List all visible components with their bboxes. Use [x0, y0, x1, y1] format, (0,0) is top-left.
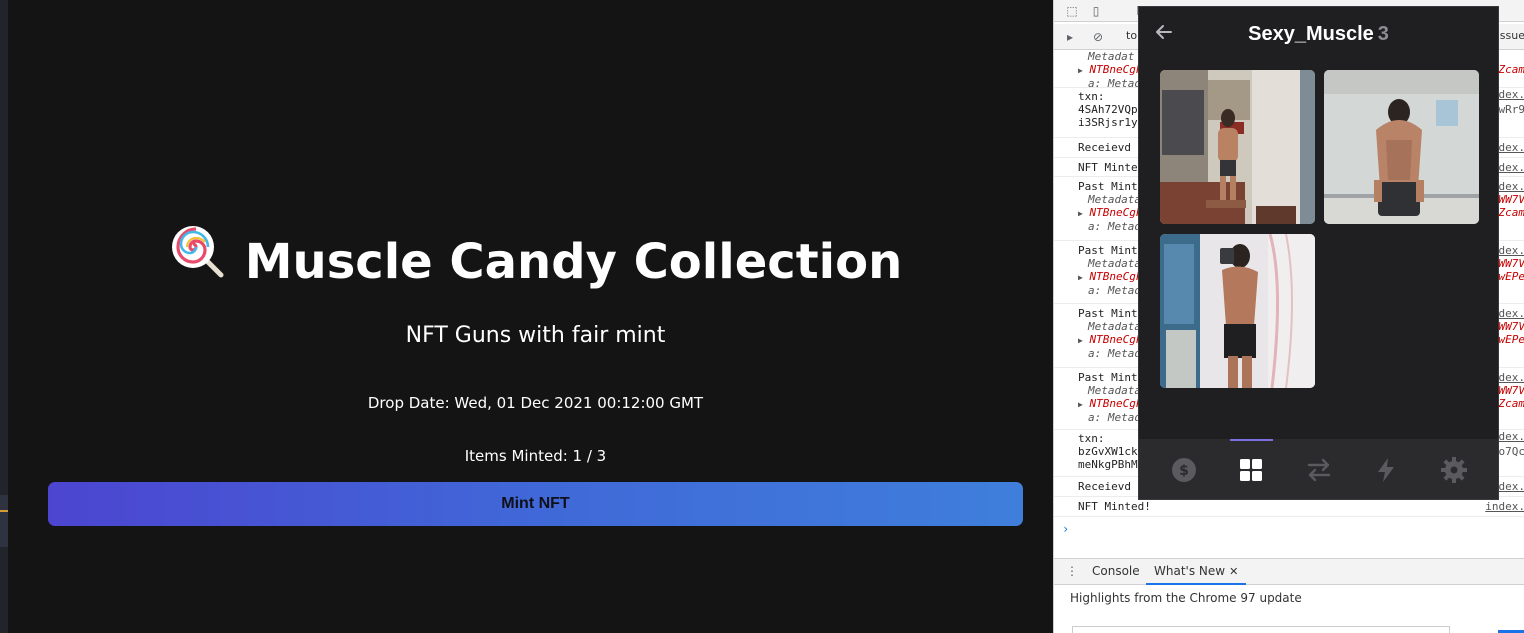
collection-count: 3	[1377, 23, 1389, 45]
active-tab-indicator	[1230, 439, 1273, 441]
close-icon[interactable]: ✕	[1229, 565, 1238, 578]
dollar-icon[interactable]: $	[1169, 455, 1199, 485]
swap-icon[interactable]	[1304, 455, 1334, 485]
tab-whats-new-label: What's New	[1154, 564, 1226, 578]
whats-new-highlights: Highlights from the Chrome 97 update	[1070, 591, 1302, 605]
page-title-text: Muscle Candy Collection	[244, 234, 903, 290]
drawer-tab-bar: ⋮ Console What's New ✕	[1054, 558, 1524, 585]
editor-marker	[0, 510, 8, 512]
nft-thumbnail[interactable]	[1160, 234, 1315, 388]
mint-nft-button[interactable]: Mint NFT	[48, 482, 1023, 526]
page-title: Muscle Candy Collection	[8, 226, 1063, 297]
drop-date: Drop Date: Wed, 01 Dec 2021 00:12:00 GMT	[367, 394, 704, 412]
nft-thumbnail[interactable]	[1324, 70, 1479, 224]
editor-selection	[0, 495, 8, 547]
page-subtitle: NFT Guns with fair mint	[405, 323, 666, 348]
wallet-collection-title: Sexy_Muscle 3	[1139, 23, 1498, 46]
wallet-popup: Sexy_Muscle 3 $	[1138, 6, 1499, 500]
tab-whats-new[interactable]: What's New ✕	[1146, 559, 1247, 585]
mint-app: Muscle Candy Collection NFT Guns with fa…	[8, 0, 1053, 633]
nft-thumbnail[interactable]	[1160, 70, 1315, 224]
lollipop-icon	[169, 223, 227, 297]
grid-icon[interactable]	[1236, 455, 1266, 485]
tab-console[interactable]: Console	[1092, 564, 1140, 578]
log-row: NFT Minted! index.	[1054, 497, 1524, 517]
svg-text:$: $	[1179, 463, 1189, 479]
gear-icon[interactable]	[1439, 455, 1469, 485]
issues-button[interactable]: Issue	[1497, 29, 1524, 42]
clear-console-icon[interactable]: ⊘	[1090, 29, 1106, 45]
whats-new-content-box	[1072, 626, 1450, 633]
device-toolbar-icon[interactable]: ▯	[1088, 3, 1104, 19]
sidebar-toggle-icon[interactable]: ▸	[1062, 29, 1078, 45]
lightning-icon[interactable]	[1371, 455, 1401, 485]
items-minted-counter: Items Minted: 1 / 3	[464, 447, 607, 465]
inspect-icon[interactable]: ⬚	[1064, 3, 1080, 19]
editor-strip	[0, 0, 8, 633]
collection-name: Sexy_Muscle	[1248, 23, 1374, 45]
console-prompt-icon[interactable]: ›	[1062, 522, 1069, 536]
more-tools-icon[interactable]: ⋮	[1066, 564, 1078, 578]
wallet-bottom-nav: $	[1139, 439, 1498, 499]
